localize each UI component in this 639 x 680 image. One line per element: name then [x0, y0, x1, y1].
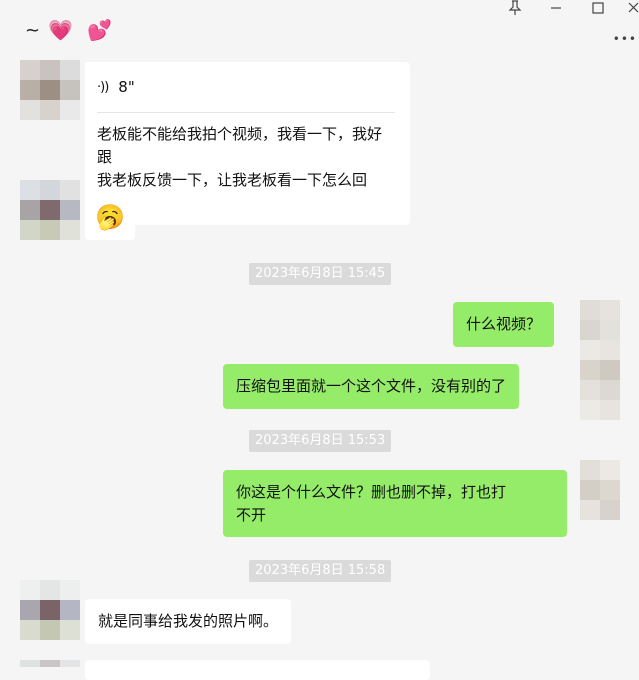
minimize-icon	[551, 7, 561, 9]
timestamp: 2023年6月8日 15:53	[249, 430, 392, 452]
message-text-line: 不开	[236, 506, 267, 524]
chat-title-text: ~	[25, 19, 41, 41]
contact-avatar[interactable]	[20, 660, 80, 667]
message-text: 就是同事给我发的照片啊。	[98, 612, 279, 630]
maximize-button[interactable]	[588, 0, 608, 20]
voice-transcript-line: 老板能不能给我拍个视频，我看一下，我好跟	[97, 125, 383, 166]
voice-transcript-line: 我老板反馈一下，让我老板看一下怎么回事。	[97, 171, 368, 212]
close-icon	[628, 2, 639, 13]
emoji-message-bubble[interactable]: 🥱	[85, 195, 135, 240]
more-icon: •••	[612, 32, 637, 46]
chat-title: ~ 💗 💕	[25, 18, 112, 42]
pin-button[interactable]	[505, 0, 525, 20]
self-avatar[interactable]	[580, 460, 620, 520]
title-bar: ~ 💗 💕 •••	[0, 0, 639, 62]
sent-message-bubble[interactable]: 压缩包里面就一个这个文件，没有别的了	[223, 364, 520, 409]
heart-icon: 💗	[48, 18, 73, 42]
contact-avatar[interactable]	[20, 580, 80, 640]
message-text-line: 你这是个什么文件？删也删不掉，打也打	[236, 483, 507, 501]
voice-duration: 8"	[118, 78, 135, 96]
contact-avatar[interactable]	[20, 60, 80, 120]
maximize-icon	[592, 2, 604, 14]
timestamp: 2023年6月8日 15:45	[249, 263, 392, 285]
yawning-emoji-icon: 🥱	[95, 203, 125, 231]
minimize-button[interactable]	[546, 0, 566, 20]
received-message-bubble[interactable]: 就是同事给我发的照片啊。	[85, 599, 292, 644]
more-options-button[interactable]: •••	[613, 32, 637, 46]
voice-wave-icon: ·))	[97, 80, 109, 95]
voice-transcript: 老板能不能给我拍个视频，我看一下，我好跟 我老板反馈一下，让我老板看一下怎么回事…	[97, 123, 395, 215]
received-message-bubble[interactable]	[85, 660, 430, 680]
close-button[interactable]	[626, 0, 639, 20]
message-text: 什么视频？	[466, 315, 542, 333]
voice-row[interactable]: ·)) 8"	[97, 76, 395, 99]
pin-icon	[508, 0, 522, 15]
timestamp: 2023年6月8日 15:58	[249, 560, 392, 582]
message-text: 压缩包里面就一个这个文件，没有别的了	[236, 377, 507, 395]
voice-divider	[97, 112, 395, 113]
hearts-icon: 💕	[87, 18, 112, 42]
self-avatar[interactable]	[580, 300, 620, 420]
contact-avatar[interactable]	[20, 180, 80, 240]
sent-message-bubble[interactable]: 你这是个什么文件？删也删不掉，打也打 不开	[223, 470, 567, 537]
sent-message-bubble[interactable]: 什么视频？	[453, 302, 555, 347]
